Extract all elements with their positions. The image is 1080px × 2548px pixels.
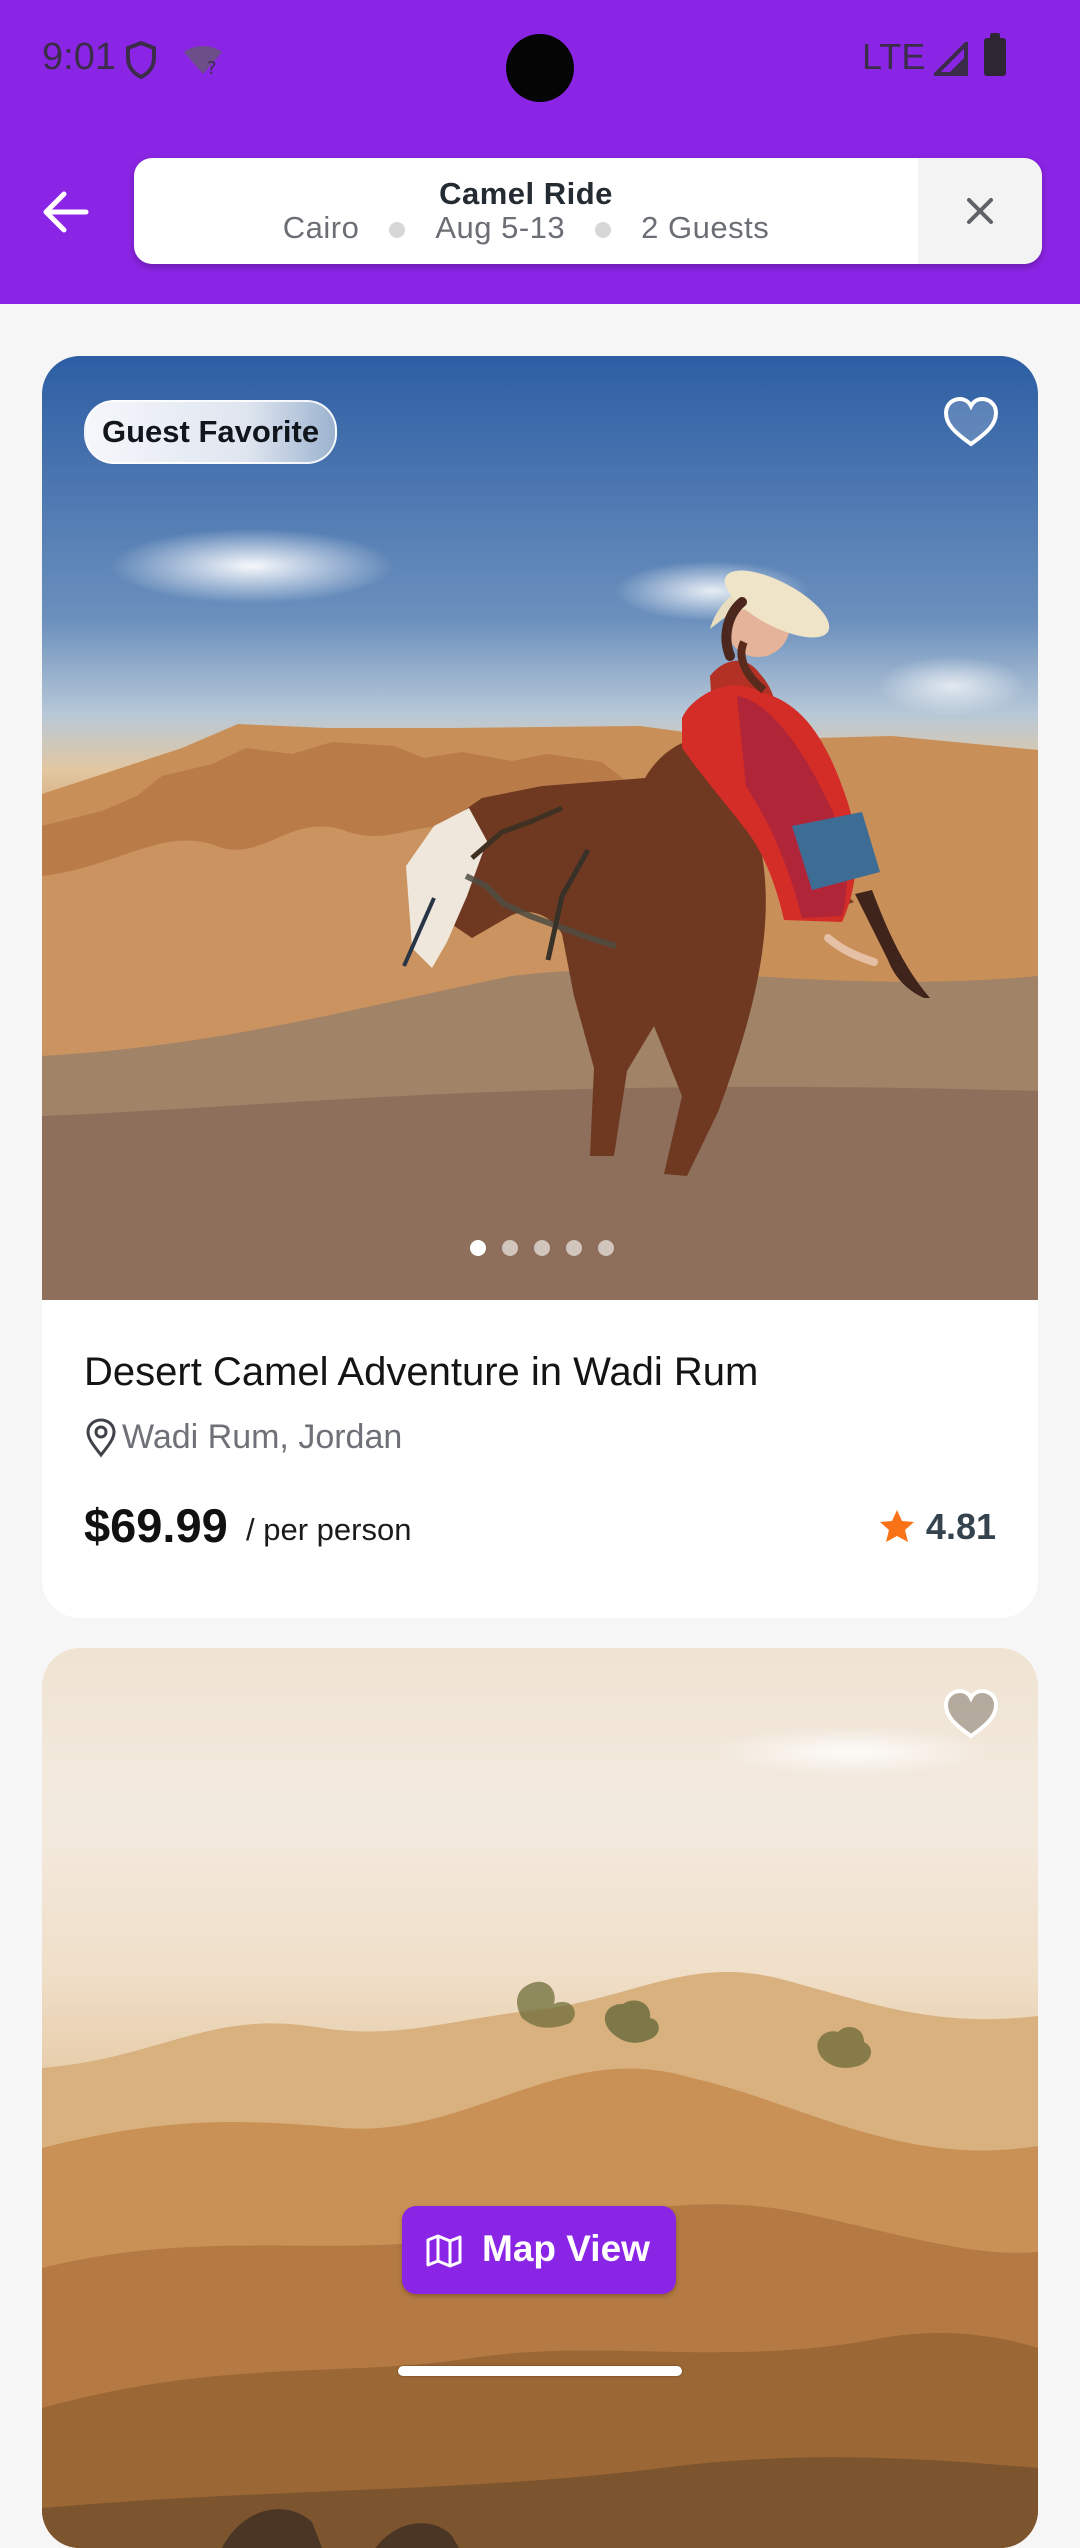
location-pin-icon — [84, 1418, 118, 1463]
network-type: LTE — [862, 36, 926, 77]
carousel-dot — [598, 1240, 614, 1256]
signal-icon — [931, 39, 968, 81]
carousel-dot-active — [470, 1240, 486, 1256]
desert-horse-rider-illustration — [42, 570, 1038, 1300]
search-summary-text[interactable]: Camel Ride Cairo Aug 5-13 2 Guests — [134, 158, 918, 264]
desert-dunes-illustration — [42, 1972, 1038, 2548]
search-dates: Aug 5-13 — [435, 210, 566, 245]
map-icon — [424, 2231, 464, 2276]
separator-dot — [595, 221, 612, 238]
heart-icon[interactable] — [942, 1688, 1000, 1745]
search-summary[interactable]: Camel Ride Cairo Aug 5-13 2 Guests — [134, 158, 1042, 264]
image-carousel-dots — [470, 1240, 630, 1260]
price-unit: / per person — [246, 1512, 412, 1547]
listing-image[interactable]: Guest Favorite — [42, 356, 1038, 1300]
search-filters: Cairo Aug 5-13 2 Guests — [134, 210, 918, 246]
listing-card[interactable] — [42, 1648, 1038, 2548]
battery-icon — [984, 33, 1006, 76]
top-app-bar: 9:01 ? LTE Camel Ride Cairo Aug 5-13 2 Gue… — [0, 0, 1080, 304]
search-location: Cairo — [282, 210, 360, 245]
map-view-label: Map View — [482, 2228, 650, 2269]
status-time: 9:01 — [42, 36, 116, 78]
star-icon — [878, 1507, 916, 1550]
wifi-icon: ? — [182, 44, 224, 81]
home-indicator[interactable] — [398, 2366, 682, 2376]
listing-image[interactable] — [42, 1648, 1038, 2548]
svg-text:?: ? — [207, 58, 217, 76]
close-icon[interactable] — [963, 194, 997, 233]
listing-card[interactable]: Guest Favorite Desert Camel Adventure in… — [42, 356, 1038, 1618]
status-bar: 9:01 ? LTE — [0, 0, 1080, 120]
listing-price: $69.99 — [84, 1499, 228, 1552]
guest-favorite-badge: Guest Favorite — [84, 400, 338, 464]
map-view-button[interactable]: Map View — [402, 2206, 676, 2294]
carousel-dot — [566, 1240, 582, 1256]
search-guests: 2 Guests — [641, 210, 770, 245]
separator-dot — [389, 221, 406, 238]
search-title: Camel Ride — [439, 176, 613, 211]
carousel-dot — [534, 1240, 550, 1256]
listing-location: Wadi Rum, Jordan — [122, 1418, 403, 1456]
carousel-dot — [502, 1240, 518, 1256]
front-camera-cutout — [506, 34, 574, 102]
clear-search-button[interactable] — [918, 158, 1042, 264]
listing-details[interactable]: Desert Camel Adventure in Wadi Rum Wadi … — [84, 1300, 996, 1618]
listing-title: Desert Camel Adventure in Wadi Rum — [84, 1350, 759, 1394]
heart-icon[interactable] — [942, 396, 1000, 453]
shield-icon — [124, 40, 158, 85]
listing-rating: 4.81 — [925, 1506, 996, 1547]
back-arrow-icon[interactable] — [36, 182, 96, 242]
